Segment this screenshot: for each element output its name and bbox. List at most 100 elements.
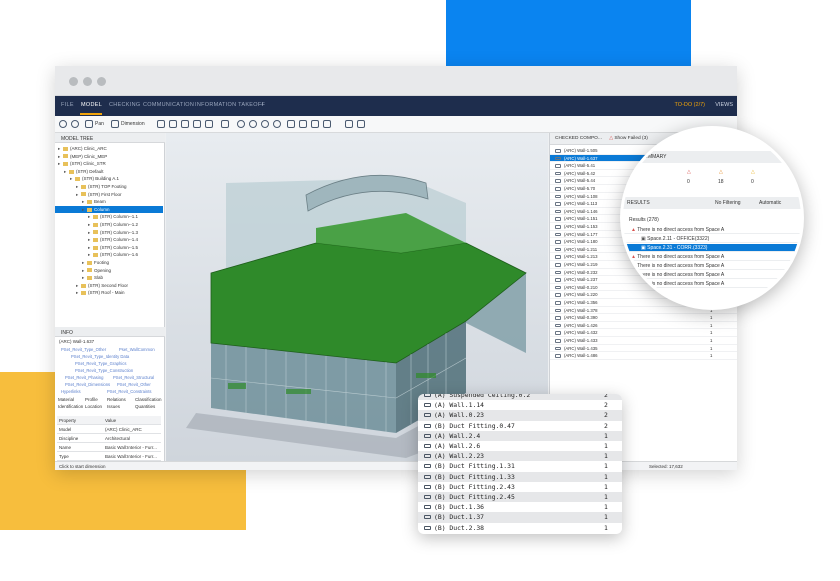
zoom-in-icon[interactable] xyxy=(249,120,257,128)
orbit-icon[interactable] xyxy=(287,120,295,128)
pset-link[interactable]: Hyperlinks xyxy=(61,389,81,394)
menu-model[interactable]: MODEL xyxy=(81,102,102,108)
window-dot-icon[interactable] xyxy=(69,77,78,86)
pset-link[interactable]: PSet_Revit_Structural xyxy=(113,375,154,380)
popup-row[interactable]: (B) Duct Fitting.2.43 1 xyxy=(418,481,622,492)
pset-link[interactable]: PSet_Revit_Constraints xyxy=(107,389,151,394)
tree-row[interactable]: ▸ (ARC) Clinic_ARC xyxy=(55,145,163,153)
dimension-icon[interactable] xyxy=(111,120,119,128)
window-dot-icon[interactable] xyxy=(83,77,92,86)
screenshot-icon[interactable] xyxy=(345,120,353,128)
window-dot-icon[interactable] xyxy=(97,77,106,86)
tree-row[interactable]: ▸ (STR) Clinic_STR xyxy=(55,160,163,168)
popup-row[interactable]: (B) Duct Fitting.1.33 1 xyxy=(418,471,622,482)
checked-row[interactable]: (ARC) Wall-0.390 1 xyxy=(550,314,737,322)
menu-checking[interactable]: CHECKING xyxy=(109,102,140,108)
checked-row[interactable]: (ARC) Wall-1.432 1 xyxy=(550,329,737,337)
pset-link[interactable]: PSet_Revit_Phasing xyxy=(65,375,103,380)
walk-icon[interactable] xyxy=(299,120,307,128)
pset-link[interactable]: PSet_Revit_Type_Identity Data xyxy=(71,354,129,359)
menu-add-tab[interactable]: + xyxy=(261,102,265,108)
popup-row[interactable]: (B) Duct.1.37 1 xyxy=(418,512,622,523)
section-icon[interactable] xyxy=(205,120,213,128)
filtering-select[interactable]: No Filtering xyxy=(715,200,741,206)
tree-row[interactable]: ▸ (STR) Column--1.6 xyxy=(55,251,163,259)
tree-row[interactable]: ▸ (STR) Column--1.1 xyxy=(55,213,163,221)
undo-icon[interactable] xyxy=(59,120,67,128)
dimension-label[interactable]: Dimension xyxy=(121,121,145,127)
pan-label[interactable]: Pan xyxy=(95,121,104,127)
tree-row[interactable]: ▸ (STR) Column--1.3 xyxy=(55,229,163,237)
result-row[interactable]: ▲ There is no direct access from Space A xyxy=(623,280,801,288)
menu-communication[interactable]: COMMUNICATION xyxy=(143,102,194,108)
hide-icon[interactable] xyxy=(181,120,189,128)
results-tab[interactable]: RESULTS xyxy=(627,200,650,206)
pset-link[interactable]: PSet_Revit_Type_Graphics xyxy=(75,361,126,366)
tree-row[interactable]: ▸ Opening xyxy=(55,267,163,275)
info-tab[interactable]: Quantities xyxy=(135,404,155,409)
info-tab[interactable]: Identification xyxy=(58,404,83,409)
popup-row[interactable]: (B) Duct.2.38 1 xyxy=(418,522,622,533)
result-row[interactable]: ▲ There is no direct access from Space A xyxy=(623,262,801,270)
cube-icon[interactable] xyxy=(193,120,201,128)
isolate-icon[interactable] xyxy=(169,120,177,128)
result-row[interactable]: ▲ There is no direct access from Space A xyxy=(623,271,801,279)
info-tab[interactable]: Classification xyxy=(135,397,162,402)
popup-row[interactable]: (B) Duct Fitting.2.45 1 xyxy=(418,492,622,503)
popup-row[interactable]: (A) Wall.2.23 1 xyxy=(418,451,622,462)
tree-row[interactable]: ▸ (STR) TOP Footing xyxy=(55,183,163,191)
select-icon[interactable] xyxy=(157,120,165,128)
checked-row[interactable]: (ARC) Wall-1.486 1 xyxy=(550,352,737,360)
popup-row[interactable]: (B) Duct.1.36 1 xyxy=(418,502,622,513)
tree-row[interactable]: ▸ (STR) Default xyxy=(55,168,163,176)
markup-icon[interactable] xyxy=(323,120,331,128)
automatic-select[interactable]: Automatic xyxy=(759,200,781,206)
views-menu[interactable]: VIEWS xyxy=(715,102,733,108)
menu-information-takeoff[interactable]: INFORMATION TAKEOFF xyxy=(195,102,265,108)
tree-row[interactable]: ▸ (STR) Column--1.4 xyxy=(55,236,163,244)
fit-icon[interactable] xyxy=(237,120,245,128)
info-tab[interactable]: Location xyxy=(85,404,102,409)
popup-row[interactable]: (A) Wall.1.14 2 xyxy=(418,400,622,411)
result-row[interactable]: ▣ Space.2.11 - OFFICE(3322) xyxy=(623,235,801,243)
result-row[interactable]: ▣ Space.2.31 - CORR.(3323) xyxy=(623,244,801,252)
tree-row[interactable]: ▸ (STR) Second Floor xyxy=(55,282,163,290)
tree-row[interactable]: ▸ (STR) Column--1.2 xyxy=(55,221,163,229)
redo-icon[interactable] xyxy=(71,120,79,128)
layers-icon[interactable] xyxy=(357,120,365,128)
popup-row[interactable]: (B) Duct Fitting.1.31 1 xyxy=(418,461,622,472)
tree-row[interactable]: ▸ (STR) Roof - Main xyxy=(55,289,163,297)
tree-row[interactable]: ▸ Column xyxy=(55,205,163,214)
tree-row[interactable]: ▸ Beam xyxy=(55,198,163,206)
pan-icon[interactable] xyxy=(85,120,93,128)
popup-row[interactable]: (A) Wall.2.4 1 xyxy=(418,430,622,441)
menu-file[interactable]: FILE xyxy=(61,102,74,108)
tree-row[interactable]: ▸ (STR) First Floor xyxy=(55,191,163,199)
zoom-out-icon[interactable] xyxy=(261,120,269,128)
popup-row[interactable]: (B) Duct Fitting.0.47 2 xyxy=(418,420,622,431)
checked-row[interactable]: (ARC) Wall-1.435 1 xyxy=(550,345,737,353)
checked-row[interactable]: (ARC) Wall-1.433 1 xyxy=(550,337,737,345)
pset-link[interactable]: PSet_Revit_Type_Other xyxy=(61,347,106,352)
popup-row[interactable]: (A) Wall.2.6 1 xyxy=(418,441,622,452)
popup-row[interactable]: (A) Wall.0.23 2 xyxy=(418,410,622,421)
tree-row[interactable]: ▸ (STR) Column--1.5 xyxy=(55,244,163,252)
pset-link[interactable]: PSet_Revit_Dimensions xyxy=(65,382,110,387)
zoom-window-icon[interactable] xyxy=(273,120,281,128)
measure-icon[interactable] xyxy=(311,120,319,128)
tree-row[interactable]: ▸ (MEP) Clinic_MEP xyxy=(55,153,163,161)
pset-link[interactable]: Pset_WallCommon xyxy=(119,347,155,352)
tree-row[interactable]: ▸ (STR) Building A.1 xyxy=(55,175,163,183)
result-row[interactable]: ▲ There is no direct access from Space A xyxy=(623,226,801,234)
info-tab[interactable]: Relations xyxy=(107,397,126,402)
info-tab[interactable]: Profile xyxy=(85,397,98,402)
pset-link[interactable]: PSet_Revit_Type_Construction xyxy=(75,368,133,373)
tree-row[interactable]: ▸ Slab xyxy=(55,274,163,282)
pset-link[interactable]: PSet_Revit_Other xyxy=(117,382,151,387)
tree-row[interactable]: ▸ Footing xyxy=(55,259,163,267)
info-tab[interactable]: Issues xyxy=(107,404,120,409)
todo-badge[interactable]: TO-DO (2/7) xyxy=(675,102,705,108)
info-tab[interactable]: Material xyxy=(58,397,74,402)
checked-row[interactable]: (ARC) Wall-1.426 1 xyxy=(550,322,737,330)
grid-icon[interactable] xyxy=(221,120,229,128)
